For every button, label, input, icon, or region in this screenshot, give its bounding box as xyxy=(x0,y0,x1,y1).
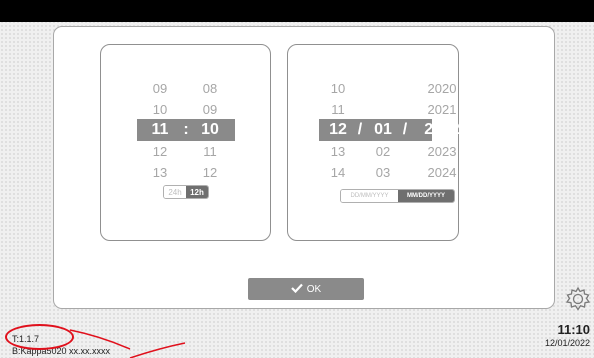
clock-date: 12/01/2022 xyxy=(544,338,590,348)
status-clock: 11:10 12/01/2022 xyxy=(545,323,590,349)
clock-time: 11:10 xyxy=(557,322,590,337)
annotation-lines xyxy=(69,329,186,358)
